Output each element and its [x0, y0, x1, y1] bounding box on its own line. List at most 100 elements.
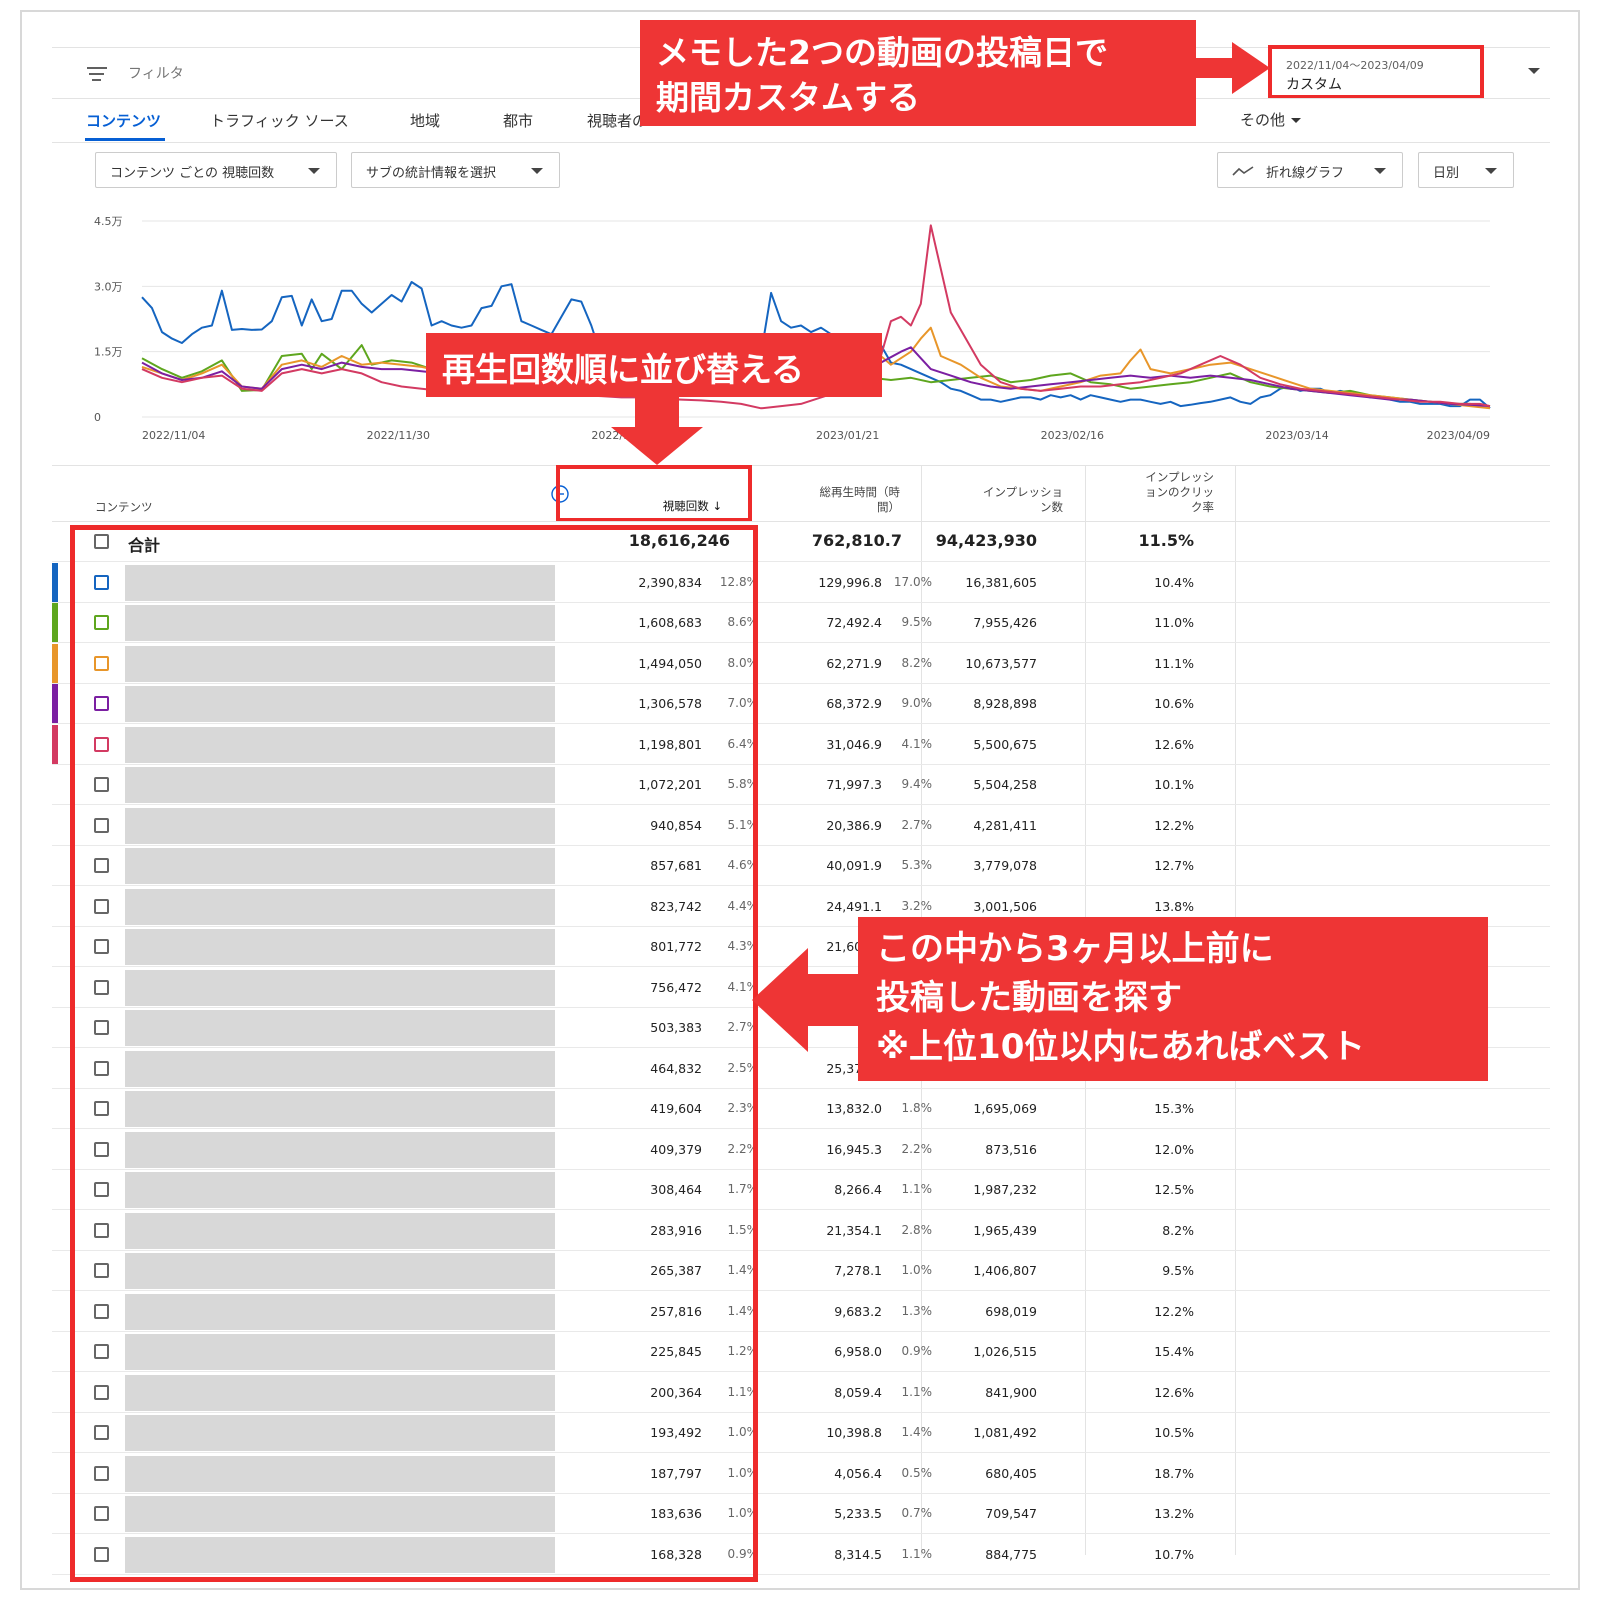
watch-time-percent: 1.0% — [901, 1263, 933, 1277]
chevron-down-icon[interactable] — [1528, 68, 1540, 74]
chevron-down-icon — [531, 168, 543, 174]
chevron-down-icon — [1291, 118, 1302, 123]
watch-time-percent: 1.8% — [901, 1101, 933, 1115]
filter-label[interactable]: フィルタ — [128, 63, 184, 83]
ctr-value: 10.1% — [1154, 777, 1194, 792]
callout-sort: 再生回数順に並び替える — [426, 333, 882, 397]
callout-date-range: メモした2つの動画の投稿日で 期間カスタムする — [640, 20, 1196, 126]
impressions-value: 8,928,898 — [973, 696, 1037, 711]
ctr-value: 13.2% — [1154, 1506, 1194, 1521]
watch-time-percent: 0.5% — [901, 1465, 933, 1480]
ctr-value: 9.5% — [1162, 1263, 1194, 1278]
tab-region[interactable]: 地域 — [410, 110, 440, 131]
y-tick-label: 1.5万 — [94, 346, 123, 359]
views-column-header[interactable]: 視聴回数 ↓ — [640, 499, 722, 514]
sub-metric-dropdown[interactable]: サブの統計情報を選択 — [351, 152, 560, 188]
impressions-value: 3,001,506 — [973, 898, 1037, 914]
metric-dropdown[interactable]: コンテンツ ごとの 視聴回数 — [95, 152, 337, 188]
ctr-header-line1: インプレッシ — [1145, 470, 1214, 484]
interval-dropdown[interactable]: 日別 — [1418, 152, 1514, 188]
impressions-value: 884,775 — [985, 1546, 1037, 1562]
ctr-value: 10.7% — [1154, 1546, 1194, 1562]
ctr-value: 12.6% — [1154, 1384, 1194, 1400]
watch-time-percent: 3.2% — [901, 898, 933, 913]
sub-metric-dropdown-label: サブの統計情報を選択 — [366, 166, 497, 181]
ctr-value: 18.7% — [1154, 1465, 1194, 1481]
impressions-value: 7,955,426 — [973, 615, 1037, 630]
y-tick-label: 3.0万 — [94, 280, 123, 293]
total-impressions: 94,423,930 — [935, 531, 1037, 550]
impressions-column-header[interactable]: インプレッショ ン数 — [960, 485, 1063, 515]
watch-time-value: 7,278.1 — [834, 1263, 882, 1278]
watch-time-value: 5,233.5 — [834, 1506, 882, 1521]
watch-time-value: 16,945.3 — [826, 1141, 882, 1157]
watch-time-value: 9,683.2 — [834, 1303, 882, 1319]
impressions-value: 5,504,258 — [973, 777, 1037, 792]
series-color-bar — [52, 603, 58, 643]
watch-time-percent: 1.1% — [901, 1384, 933, 1399]
watch-time-value: 71,997.3 — [826, 777, 882, 792]
watch-time-value: 8,314.5 — [834, 1546, 882, 1562]
callout-find-videos: この中から3ヶ月以上前に 投稿した動画を探す ※上位10位以内にあればベスト — [858, 917, 1488, 1081]
line-chart[interactable]: 4.5万3.0万1.5万02022/11/04 2022/11/30 2022/12… — [90, 205, 1530, 445]
content-column-header[interactable]: コンテンツ — [95, 500, 153, 515]
tab-audience[interactable]: 視聴者の — [587, 110, 647, 131]
watch-time-value: 4,056.4 — [834, 1465, 882, 1481]
total-watch-time: 762,810.7 — [811, 531, 902, 550]
ctr-column-header[interactable]: インプレッシ ョンのクリッ ク率 — [1120, 470, 1214, 515]
watch-time-percent: 9.4% — [901, 777, 933, 791]
x-tick-label: 2023/01/21 — [816, 429, 879, 442]
watch-time-header-line2: 間） — [877, 500, 900, 514]
impressions-value: 873,516 — [985, 1141, 1037, 1157]
filter-icon[interactable] — [87, 67, 107, 81]
ctr-value: 11.1% — [1154, 655, 1194, 671]
watch-time-percent: 1.3% — [901, 1303, 933, 1318]
watch-time-percent: 4.1% — [901, 736, 933, 751]
watch-time-value: 31,046.9 — [826, 736, 882, 752]
impressions-value: 1,965,439 — [973, 1222, 1037, 1238]
watch-time-value: 8,059.4 — [834, 1384, 882, 1400]
watch-time-column-header[interactable]: 総再生時間（時 間） — [780, 485, 901, 515]
arrow-down-icon — [611, 397, 703, 465]
x-tick-label: 2023/04/09 — [1427, 429, 1490, 442]
tab-content[interactable]: コンテンツ — [86, 110, 161, 131]
divider — [52, 465, 1550, 466]
ctr-value: 15.4% — [1154, 1344, 1194, 1359]
ctr-value: 12.7% — [1154, 858, 1194, 873]
watch-time-percent: 1.4% — [901, 1425, 933, 1439]
impressions-value: 1,695,069 — [973, 1101, 1037, 1116]
ctr-value: 12.2% — [1154, 1303, 1194, 1319]
tab-city[interactable]: 都市 — [503, 110, 533, 131]
watch-time-value: 72,492.4 — [826, 615, 882, 630]
divider — [52, 142, 1550, 143]
chevron-down-icon — [1374, 168, 1386, 174]
watch-time-value: 6,958.0 — [834, 1344, 882, 1359]
watch-time-value: 24,491.1 — [826, 898, 882, 914]
watch-time-percent: 8.2% — [901, 655, 933, 670]
ctr-value: 10.4% — [1154, 574, 1194, 590]
watch-time-value: 21,354.1 — [826, 1222, 882, 1238]
series-color-bar — [52, 684, 58, 724]
callout-date-line1: メモした2つの動画の投稿日で — [656, 33, 1108, 72]
y-tick-label: 0 — [94, 411, 101, 424]
watch-time-percent: 17.0% — [893, 574, 932, 589]
tab-more[interactable]: その他 — [1240, 109, 1302, 130]
callout-find-line1: この中から3ヶ月以上前に — [876, 929, 1274, 969]
tab-traffic-source[interactable]: トラフィック ソース — [210, 110, 349, 131]
watch-time-value: 20,386.9 — [826, 817, 882, 833]
x-tick-label: 2022/11/30 — [367, 429, 430, 442]
callout-find-line3: ※上位10位以内にあればベスト — [876, 1027, 1366, 1067]
date-range-picker[interactable]: 2022/11/04～2023/04/09 カスタム — [1268, 45, 1484, 99]
chart-type-dropdown[interactable]: 折れ線グラフ — [1217, 152, 1403, 188]
watch-time-percent: 1.1% — [901, 1182, 933, 1196]
y-tick-label: 4.5万 — [94, 215, 123, 228]
watch-time-percent: 0.7% — [901, 1506, 933, 1520]
views-column-highlight — [70, 525, 758, 1582]
chevron-down-icon — [1485, 168, 1497, 174]
arrow-right-icon — [1196, 42, 1270, 94]
series-color-bar — [52, 643, 58, 684]
ctr-value: 10.6% — [1154, 696, 1194, 711]
ctr-value: 8.2% — [1162, 1222, 1194, 1238]
impressions-value: 1,406,807 — [973, 1263, 1037, 1278]
views-header-label: 視聴回数 — [662, 499, 709, 513]
